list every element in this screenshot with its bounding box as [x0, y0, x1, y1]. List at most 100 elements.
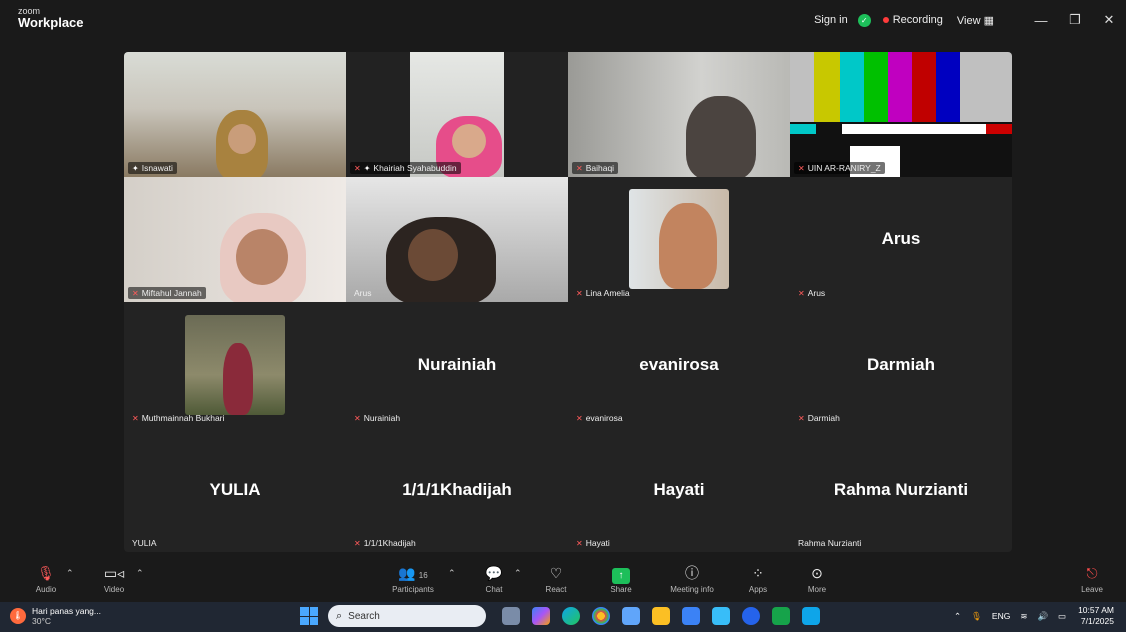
- participant-tile[interactable]: ✕ Lina Amelia: [568, 177, 790, 302]
- participant-name-label: Rahma Nurzianti: [798, 538, 862, 548]
- react-label: React: [545, 585, 567, 594]
- chat-options-chevron-icon[interactable]: ⌃: [514, 568, 522, 579]
- microphone-in-use-icon[interactable]: 🎙: [971, 611, 982, 622]
- heart-icon: ♡: [549, 565, 563, 581]
- participant-display-name: Hayati: [653, 479, 705, 499]
- minimize-button[interactable]: —: [1024, 13, 1058, 28]
- video-feed: [568, 52, 790, 177]
- participant-tile[interactable]: ✕ ✦ Khairiah Syahabuddin: [346, 52, 568, 177]
- volume-icon[interactable]: 🔊: [1037, 611, 1048, 622]
- muted-mic-icon: ✕: [354, 413, 361, 423]
- copilot-icon[interactable]: [532, 607, 550, 625]
- participant-tile[interactable]: Arus ✕ Arus: [790, 177, 1012, 302]
- participant-name-label: ✕ Miftahul Jannah: [128, 287, 206, 299]
- temperature: 30°C: [32, 616, 51, 626]
- participant-face: [408, 229, 458, 281]
- gallery-view: ✦ Isnawati ✕ ✦ Khairiah Syahabuddin ✕ Baihaq…: [124, 52, 1012, 552]
- recording-indicator[interactable]: Recording: [882, 14, 943, 26]
- participant-tile[interactable]: ✕ UIN AR-RANIRY_Z: [790, 52, 1012, 177]
- wifi-icon[interactable]: ≋: [1020, 611, 1027, 622]
- participants-icon: 👥 16: [398, 565, 428, 581]
- participants-button[interactable]: 👥 16 Participants: [383, 564, 443, 594]
- react-button[interactable]: ♡ React: [526, 564, 586, 594]
- view-button[interactable]: View ▦: [957, 14, 994, 27]
- chrome-browser-icon[interactable]: [592, 607, 610, 625]
- share-screen-arrow-icon: ↑: [612, 568, 630, 584]
- audio-options-chevron-icon[interactable]: ⌃: [66, 568, 74, 579]
- leave-icon: ⎋: [1086, 565, 1098, 581]
- notepad-icon[interactable]: [712, 607, 730, 625]
- share-button[interactable]: ↑ Share: [591, 564, 651, 594]
- participant-tile[interactable]: evanirosa ✕ evanirosa: [568, 302, 790, 427]
- participant-face: [228, 124, 256, 154]
- participant-tile[interactable]: Darmiah ✕ Darmiah: [790, 302, 1012, 427]
- test-pattern-strip: [790, 124, 1012, 134]
- time: 10:57 AM: [1078, 605, 1114, 615]
- participant-display-name: YULIA: [209, 479, 261, 499]
- participant-tile[interactable]: Nurainiah ✕ Nurainiah: [346, 302, 568, 427]
- participant-face: [452, 124, 486, 158]
- participant-tile[interactable]: ✕ Muthmainnah Bukhari: [124, 302, 346, 427]
- audio-label: Audio: [35, 585, 57, 594]
- task-view-icon[interactable]: [502, 607, 520, 625]
- video-button[interactable]: ▭◃ Video: [84, 564, 144, 594]
- close-button[interactable]: ✕: [1092, 12, 1126, 28]
- encryption-shield-icon[interactable]: ✓: [857, 13, 871, 27]
- apps-label: Apps: [748, 585, 768, 594]
- participant-tile[interactable]: Hayati ✕ Hayati: [568, 427, 790, 552]
- remote-app-icon[interactable]: [802, 607, 820, 625]
- grid-icon: ▦: [983, 14, 994, 27]
- participant-name-label: Arus: [354, 288, 372, 298]
- profile-figure: [223, 343, 253, 415]
- language-indicator[interactable]: ENG: [992, 611, 1010, 621]
- more-button[interactable]: ⊙ More: [787, 564, 847, 594]
- participant-name-label: ✕ evanirosa: [576, 413, 623, 423]
- participant-video-figure: [686, 96, 756, 177]
- windows-start-icon[interactable]: [300, 607, 318, 625]
- sign-in-button[interactable]: Sign in: [814, 14, 848, 26]
- participant-tile-active-speaker[interactable]: Arus: [346, 177, 568, 302]
- participant-tile[interactable]: ✕ Miftahul Jannah: [124, 177, 346, 302]
- pin-icon: ✦: [132, 163, 139, 173]
- more-ellipsis-icon: ⊙: [811, 565, 823, 581]
- participant-name-label: ✕ Arus: [798, 288, 826, 298]
- search-icon: ⌕: [336, 609, 343, 622]
- participant-tile[interactable]: 1/1/1Khadijah ✕ 1/1/1Khadijah: [346, 427, 568, 552]
- participant-tile[interactable]: YULIA YULIA: [124, 427, 346, 552]
- muted-mic-icon: ✕: [576, 538, 583, 548]
- participants-label: Participants: [392, 585, 434, 594]
- excel-icon[interactable]: [772, 607, 790, 625]
- pin-icon: ✦: [363, 163, 371, 173]
- participant-display-name: 1/1/1Khadijah: [402, 479, 512, 499]
- date: 7/1/2025: [1080, 616, 1114, 626]
- leave-button[interactable]: ⎋ Leave: [1062, 564, 1122, 594]
- participant-name-label: ✕ ✦ Khairiah Syahabuddin: [350, 162, 461, 174]
- participant-name-label: YULIA: [132, 538, 157, 548]
- participant-tile[interactable]: ✦ Isnawati: [124, 52, 346, 177]
- zoom-app-icon[interactable]: [742, 607, 760, 625]
- battery-icon[interactable]: ▭: [1058, 611, 1066, 622]
- participant-tile[interactable]: Rahma Nurzianti Rahma Nurzianti: [790, 427, 1012, 552]
- clock[interactable]: 10:57 AM 7/1/2025: [1078, 605, 1114, 627]
- video-camera-off-icon: ▭◃: [103, 565, 125, 581]
- taskbar-search-box[interactable]: ⌕ Search: [328, 605, 486, 627]
- search-placeholder: Search: [348, 610, 380, 622]
- participants-options-chevron-icon[interactable]: ⌃: [448, 568, 456, 579]
- participant-display-name: Nurainiah: [417, 354, 497, 374]
- show-hidden-icons-chevron-icon[interactable]: ⌃: [954, 611, 961, 622]
- photos-icon[interactable]: [622, 607, 640, 625]
- thermometer-icon: 🌡: [10, 608, 26, 624]
- weather-text: Hari panas yang...: [32, 606, 101, 616]
- participant-tile[interactable]: ✕ Baihaqi: [568, 52, 790, 177]
- weather-widget[interactable]: 🌡 Hari panas yang... 30°C: [10, 606, 101, 626]
- restore-button[interactable]: ❐: [1058, 12, 1092, 28]
- video-options-chevron-icon[interactable]: ⌃: [136, 568, 144, 579]
- title-bar: zoom Workplace Sign in ✓ Recording View …: [0, 0, 1126, 40]
- file-explorer-icon[interactable]: [652, 607, 670, 625]
- apps-button[interactable]: ⁘ Apps: [728, 564, 788, 594]
- meeting-toolbar: 🎙 Audio ⌃ ▭◃ Video ⌃ 👥 16 Participants ⌃ …: [0, 560, 1126, 600]
- meeting-info-button[interactable]: ⓘ Meeting info: [662, 564, 722, 594]
- store-icon[interactable]: [682, 607, 700, 625]
- test-pattern-bars: [790, 52, 1012, 122]
- edge-browser-icon[interactable]: [562, 607, 580, 625]
